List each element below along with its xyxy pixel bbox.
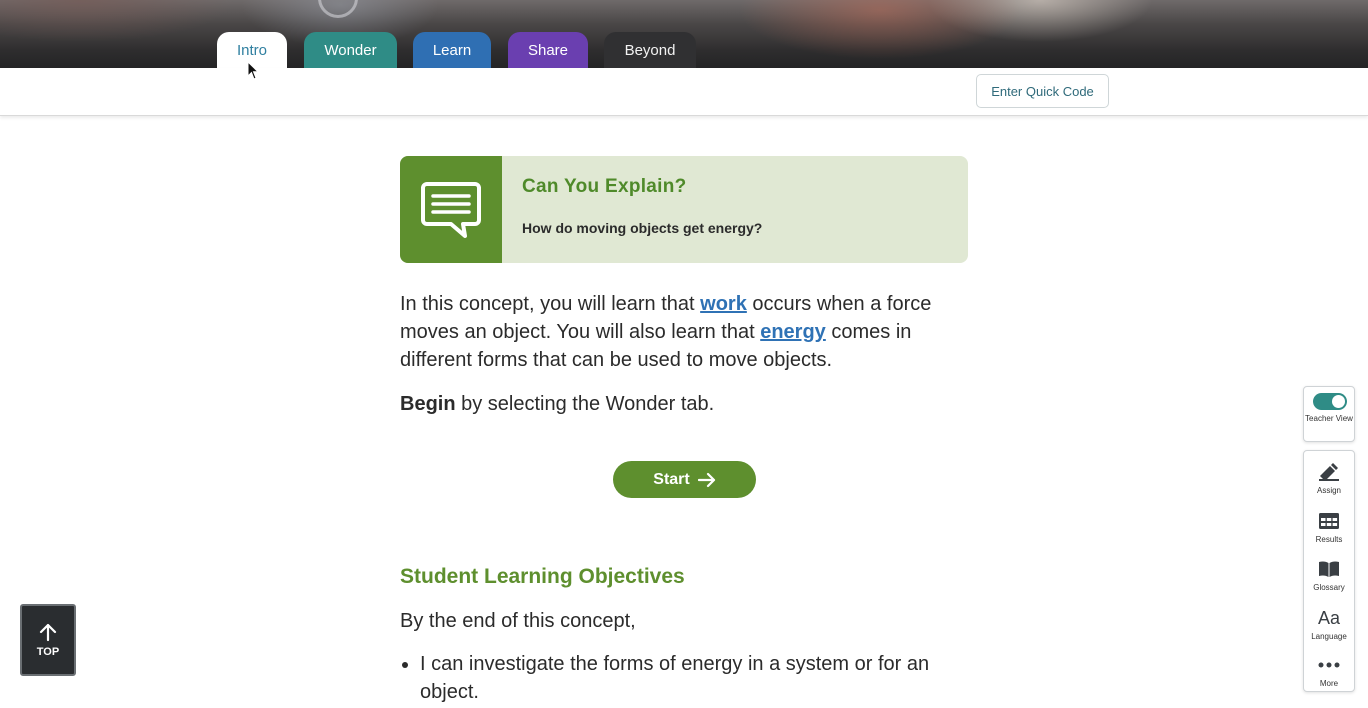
start-button[interactable]: Start bbox=[613, 461, 756, 498]
enter-quick-code-button[interactable]: Enter Quick Code bbox=[976, 74, 1109, 108]
explain-title: Can You Explain? bbox=[522, 176, 687, 197]
book-icon bbox=[1319, 561, 1339, 577]
tab-learn[interactable]: Learn bbox=[413, 32, 491, 68]
tools-panel: Assign Results Glossary Aa Language More bbox=[1303, 450, 1355, 692]
arrow-up-icon bbox=[39, 623, 57, 642]
objectives-list: I can investigate the forms of energy in… bbox=[400, 650, 980, 706]
results-button[interactable]: Results bbox=[1304, 504, 1354, 550]
assign-button[interactable]: Assign bbox=[1304, 455, 1354, 501]
teacher-view-label: Teacher View bbox=[1305, 414, 1353, 423]
arrow-right-icon bbox=[697, 472, 715, 487]
toggle-knob bbox=[1332, 395, 1345, 408]
hero-image-wheel bbox=[318, 0, 358, 18]
mouse-cursor-icon bbox=[247, 61, 260, 80]
assign-icon bbox=[1319, 463, 1339, 481]
energy-glossary-link[interactable]: energy bbox=[760, 321, 826, 343]
back-to-top-button[interactable]: TOP bbox=[20, 604, 76, 676]
more-dots-icon bbox=[1318, 662, 1340, 668]
tab-wonder[interactable]: Wonder bbox=[304, 32, 397, 68]
results-table-icon bbox=[1319, 513, 1339, 529]
teacher-view-panel: Teacher View bbox=[1303, 386, 1355, 442]
can-you-explain-card: Can You Explain? How do moving objects g… bbox=[400, 156, 968, 263]
tab-beyond[interactable]: Beyond bbox=[604, 32, 696, 68]
begin-instruction: Begin by selecting the Wonder tab. bbox=[400, 393, 715, 415]
explain-question: How do moving objects get energy? bbox=[522, 220, 763, 236]
more-button[interactable]: More bbox=[1304, 648, 1354, 694]
explain-icon-box bbox=[400, 156, 502, 263]
list-item: I can investigate the forms of energy in… bbox=[420, 650, 980, 706]
hero-banner: Intro Wonder Learn Share Beyond bbox=[0, 0, 1368, 68]
tab-share[interactable]: Share bbox=[508, 32, 588, 68]
language-icon: Aa bbox=[1317, 607, 1341, 628]
teacher-view-toggle[interactable] bbox=[1313, 393, 1347, 410]
language-button[interactable]: Aa Language bbox=[1304, 601, 1354, 647]
objectives-intro: By the end of this concept, bbox=[400, 610, 636, 632]
intro-paragraph: In this concept, you will learn that wor… bbox=[400, 293, 932, 371]
objectives-heading: Student Learning Objectives bbox=[400, 565, 685, 588]
glossary-button[interactable]: Glossary bbox=[1304, 552, 1354, 598]
work-glossary-link[interactable]: work bbox=[700, 293, 747, 315]
sub-header: Enter Quick Code bbox=[0, 68, 1368, 116]
speech-bubble-icon bbox=[421, 181, 481, 238]
